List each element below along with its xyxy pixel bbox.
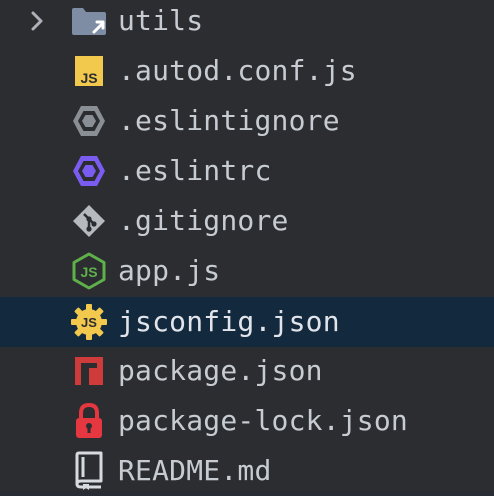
tree-item-label: README.md (118, 454, 272, 487)
tree-item-label: package.json (118, 354, 323, 387)
svg-text:JS: JS (80, 70, 97, 86)
file-tree: utils JS .autod.conf.js .eslintignore .e… (0, 0, 494, 492)
tree-item-label: .eslintignore (118, 104, 340, 137)
tree-item-autod-conf[interactable]: JS .autod.conf.js (0, 46, 494, 96)
folder-icon (70, 2, 108, 40)
tree-item-app-js[interactable]: JS app.js (0, 246, 494, 296)
tree-item-label: app.js (118, 254, 221, 287)
lock-icon (70, 402, 108, 440)
javascript-file-icon: JS (70, 52, 108, 90)
tree-item-package-json[interactable]: package.json (0, 346, 494, 396)
git-icon (70, 202, 108, 240)
tree-item-readme[interactable]: README.md (0, 446, 494, 496)
tree-item-package-lock[interactable]: package-lock.json (0, 396, 494, 446)
tree-item-label: utils (118, 4, 204, 37)
tree-item-gitignore[interactable]: .gitignore (0, 196, 494, 246)
svg-text:JS: JS (81, 315, 97, 330)
chevron-right-icon[interactable] (26, 10, 48, 32)
npm-icon (70, 352, 108, 390)
tree-item-jsconfig[interactable]: JS jsconfig.json (0, 297, 494, 347)
eslint-config-icon (70, 152, 108, 190)
tree-item-utils[interactable]: utils (0, 0, 494, 46)
tree-item-eslintignore[interactable]: .eslintignore (0, 96, 494, 146)
tree-item-label: .autod.conf.js (118, 54, 357, 87)
eslint-ignore-icon (70, 102, 108, 140)
tree-item-label: jsconfig.json (118, 305, 340, 338)
tree-item-label: .eslintrc (118, 154, 272, 187)
tree-item-eslintrc[interactable]: .eslintrc (0, 146, 494, 196)
svg-text:JS: JS (80, 264, 97, 280)
tree-item-label: .gitignore (118, 204, 289, 237)
js-config-icon: JS (70, 303, 108, 341)
tree-item-label: package-lock.json (118, 404, 408, 437)
readme-book-icon (70, 451, 108, 490)
nodejs-icon: JS (70, 252, 108, 290)
